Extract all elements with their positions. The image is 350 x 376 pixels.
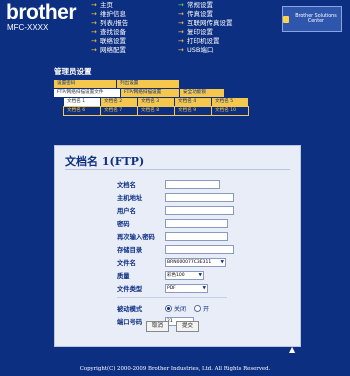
copyright-footer: Copyright(C) 2000-2009 Brother Industrie… [79,366,271,372]
chevron-down-icon: ▼ [202,286,206,291]
header: brother MFC-XXXX → 主页 → 维护信息 → 列表/报告 → 查找设备 … [0,0,350,62]
nav-maintenance[interactable]: → 维护信息 [91,10,128,19]
tabs-row-1: 设置密码 列出设置 [54,80,179,88]
nav-column-1: → 主页 → 维护信息 → 列表/报告 → 查找设备 → 联络设置 → 网络配置 [91,1,128,55]
row-filetype: 文件类型 PDF ▼ [117,284,208,293]
solutions-center-link[interactable]: Brother Solutions Center [282,6,342,32]
row-password: 密码 [117,219,228,228]
tab-profile-9[interactable]: 文档名 9 [174,106,212,116]
arrow-icon: → [91,1,97,9]
row-user: 用户名 [117,206,234,215]
nav-find-device[interactable]: → 查找设备 [91,28,128,37]
nav-fax[interactable]: → 传真设置 [178,10,233,19]
arrow-icon: → [91,46,97,54]
arrow-icon: → [91,19,97,27]
filename-select[interactable]: BRN000077C3E311 ▼ [165,258,226,267]
nav-network[interactable]: → 网络配置 [91,46,128,55]
section-divider [117,297,227,298]
cancel-button[interactable]: 取消 [146,321,170,332]
host-input[interactable] [165,193,234,202]
tab-list-settings[interactable]: 列出设置 [117,80,179,88]
row-passive: 被动模式 关闭 开 [117,304,217,313]
user-input[interactable] [165,206,234,215]
nav-contact[interactable]: → 联络设置 [91,37,128,46]
brother-logo: brother [6,1,77,24]
tab-profile-5[interactable]: 文档名 5 [212,98,248,106]
arrow-icon: → [178,10,184,18]
quality-select[interactable]: 彩色100 ▼ [165,271,204,280]
tab-profile-6[interactable]: 文档名 6 [63,106,101,116]
scroll-top-icon[interactable]: ▲ [289,345,295,354]
passive-label: 被动模式 [117,306,143,313]
store-dir-input[interactable] [165,245,234,254]
password-input[interactable] [165,219,228,228]
tab-profile-2[interactable]: 文档名 2 [101,98,137,106]
store-dir-label: 存储目录 [117,247,143,254]
passive-on-radio[interactable]: 开 [194,304,209,313]
row-store-dir: 存储目录 [117,245,234,254]
tabs-row-3: 文档名 1 文档名 2 文档名 3 文档名 4 文档名 5 [64,98,248,106]
arrow-icon: → [178,46,184,54]
solutions-logo-icon [283,15,289,23]
nav-copy[interactable]: → 复印设置 [178,28,233,37]
tab-profile-10[interactable]: 文档名 10 [211,106,249,116]
tab-profile-3[interactable]: 文档名 3 [138,98,174,106]
arrow-icon: → [91,10,97,18]
arrow-icon: → [178,28,184,36]
form-title: 文档名 1(FTP) [65,155,145,168]
tabs-row-4: 文档名 6 文档名 7 文档名 8 文档名 9 文档名 10 [63,106,249,116]
arrow-icon: → [178,1,184,9]
user-label: 用户名 [117,208,136,215]
row-host: 主机地址 [117,193,234,202]
nav-home[interactable]: → 主页 [91,1,128,10]
profile-form-panel: 文档名 1(FTP) 文档名 主机地址 用户名 密码 再次输入密码 存储目录 文… [54,145,301,347]
chevron-down-icon: ▼ [198,273,202,278]
tab-profile-1[interactable]: 文档名 1 [64,98,100,106]
chevron-down-icon: ▼ [220,260,224,265]
filetype-label: 文件类型 [117,286,143,293]
quality-label: 质量 [117,273,130,280]
tab-profile-7[interactable]: 文档名 7 [100,106,138,116]
tab-profile-4[interactable]: 文档名 4 [175,98,211,106]
row-quality: 质量 彩色100 ▼ [117,271,204,280]
doc-name-input[interactable] [165,180,220,189]
admin-settings-title: 管理员设置 [54,67,92,76]
nav-column-2: → 常规设置 → 传真设置 → 互联网传真设置 → 复印设置 → 打印机设置 → USB端口 [178,1,233,55]
arrow-icon: → [91,37,97,45]
passive-off-radio[interactable]: 关闭 [165,304,186,313]
model-name: MFC-XXXX [7,23,49,32]
tab-ftp-profile[interactable]: FTP/网络扫描设置文件 [54,89,120,97]
filetype-select[interactable]: PDF ▼ [165,284,208,293]
nav-reports[interactable]: → 列表/报告 [91,19,128,28]
password-confirm-input[interactable] [165,232,228,241]
row-filename: 文件名 BRN000077C3E311 ▼ [117,258,226,267]
tab-secure-lock[interactable]: 安全功能锁 [180,89,224,97]
doc-name-label: 文档名 [117,182,136,189]
arrow-icon: → [178,19,184,27]
nav-general[interactable]: → 常规设置 [178,1,233,10]
nav-usb[interactable]: → USB端口 [178,46,233,55]
nav-ifax[interactable]: → 互联网传真设置 [178,19,233,28]
tab-profile-8[interactable]: 文档名 8 [137,106,175,116]
row-password-confirm: 再次输入密码 [117,232,228,241]
arrow-icon: → [91,28,97,36]
radio-selected-icon [165,305,172,312]
filename-label: 文件名 [117,260,136,267]
radio-unselected-icon [194,305,202,312]
password-label: 密码 [117,221,130,228]
tab-ftp-settings[interactable]: FTP/网络扫描设置 [121,89,179,97]
title-divider [65,169,290,170]
submit-button[interactable]: 提交 [176,321,200,332]
row-doc-name: 文档名 [117,180,220,189]
tab-set-password[interactable]: 设置密码 [54,80,116,88]
password-confirm-label: 再次输入密码 [117,234,155,241]
host-label: 主机地址 [117,195,143,202]
arrow-icon: → [178,37,184,45]
nav-printer[interactable]: → 打印机设置 [178,37,233,46]
tabs-row-2: FTP/网络扫描设置文件 FTP/网络扫描设置 安全功能锁 [54,89,224,97]
